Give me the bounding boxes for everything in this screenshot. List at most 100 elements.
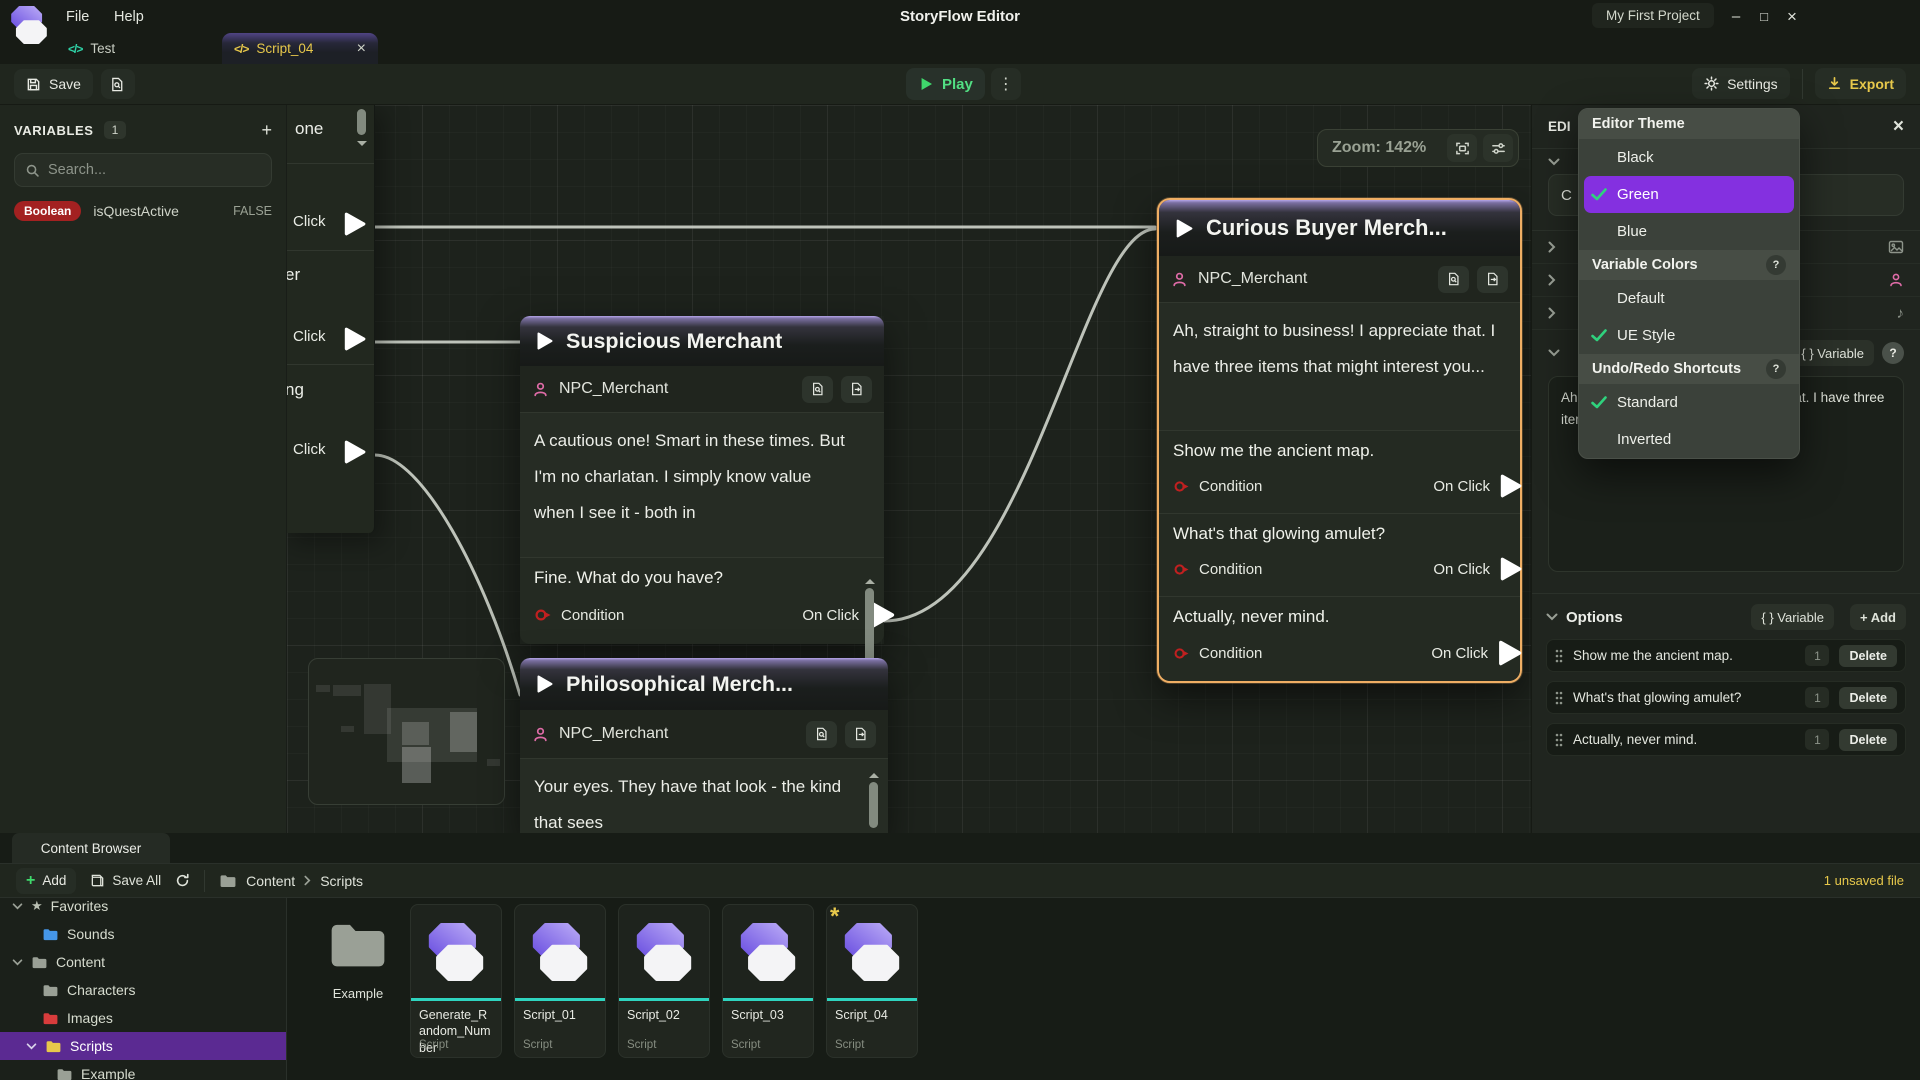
help-icon[interactable]: ?: [1766, 359, 1786, 379]
canvas-settings-button[interactable]: [1483, 134, 1513, 162]
option-label[interactable]: Fine. What do you have?: [520, 557, 884, 590]
scrollbar-thumb[interactable]: [357, 109, 366, 135]
drag-handle-icon[interactable]: [1555, 733, 1563, 747]
option-label[interactable]: Actually, never mind.: [1159, 596, 1520, 629]
menu-item-blue[interactable]: Blue: [1579, 213, 1799, 250]
asset-card[interactable]: Script_02 Script: [618, 904, 710, 1058]
output-port[interactable]: [1495, 639, 1523, 667]
settings-button[interactable]: Settings: [1692, 68, 1790, 99]
node-header[interactable]: Suspicious Merchant: [520, 316, 884, 366]
content-browser-tab[interactable]: Content Browser: [12, 833, 170, 863]
file-search-button[interactable]: [806, 721, 837, 748]
output-port[interactable]: [341, 326, 367, 352]
delete-option-button[interactable]: Delete: [1839, 645, 1897, 667]
add-option-button[interactable]: + Add: [1850, 604, 1906, 630]
tab-close-icon[interactable]: ×: [357, 40, 366, 58]
delete-option-button[interactable]: Delete: [1839, 687, 1897, 709]
condition-label[interactable]: Condition: [1199, 645, 1262, 662]
insert-variable-button[interactable]: { } Variable: [1751, 604, 1834, 630]
drag-handle-icon[interactable]: [1555, 691, 1563, 705]
file-search-button[interactable]: [101, 69, 135, 99]
node-header[interactable]: Curious Buyer Merch...: [1159, 200, 1520, 256]
option-row[interactable]: Show me the ancient map. 1 Delete: [1546, 639, 1906, 672]
node-suspicious-merchant[interactable]: Suspicious Merchant NPC_Merchant A cauti…: [520, 316, 884, 644]
tree-item-sounds[interactable]: Sounds: [0, 920, 286, 948]
option-label[interactable]: What's that glowing amulet?: [1159, 513, 1520, 546]
node-dialogue-text[interactable]: A cautious one! Smart in these times. Bu…: [520, 412, 884, 557]
breadcrumb-current[interactable]: Scripts: [320, 873, 363, 889]
node-curious-buyer-merchant[interactable]: Curious Buyer Merch... NPC_Merchant Ah, …: [1157, 198, 1522, 683]
asset-card-unsaved[interactable]: * Script_04 Script: [826, 904, 918, 1058]
option-row[interactable]: Actually, never mind. 1 Delete: [1546, 723, 1906, 756]
tree-item-content[interactable]: Content: [0, 948, 286, 976]
chevron-down-icon[interactable]: [12, 959, 23, 966]
refresh-button[interactable]: [175, 873, 190, 888]
scrollbar-thumb[interactable]: [865, 588, 874, 666]
close-window-icon[interactable]: ×: [1778, 0, 1806, 33]
node-philosophical-merchant[interactable]: Philosophical Merch... NPC_Merchant Your…: [520, 658, 888, 833]
play-options-button[interactable]: ⋮: [991, 68, 1021, 100]
menu-item-inverted[interactable]: Inverted: [1579, 421, 1799, 458]
breadcrumb-root[interactable]: Content: [246, 873, 295, 889]
fit-view-button[interactable]: [1447, 134, 1477, 162]
output-port[interactable]: [1497, 556, 1523, 582]
tree-item-images[interactable]: Images: [0, 1004, 286, 1032]
drag-handle-icon[interactable]: [1555, 649, 1563, 663]
output-port[interactable]: [1497, 473, 1523, 499]
export-button[interactable]: Export: [1815, 68, 1906, 99]
node-header[interactable]: Philosophical Merch...: [520, 658, 888, 710]
chevron-down-icon[interactable]: [1548, 349, 1560, 357]
help-icon[interactable]: ?: [1766, 255, 1786, 275]
option-row[interactable]: What's that glowing amulet? 1 Delete: [1546, 681, 1906, 714]
condition-label[interactable]: Condition: [561, 607, 624, 624]
node-option[interactable]: Actually, never mind. Condition On Click: [1159, 596, 1520, 681]
node-canvas[interactable]: one Click er Click ng Click Suspicious M…: [287, 105, 1531, 833]
help-icon[interactable]: ?: [1882, 342, 1904, 364]
file-export-button[interactable]: [1477, 266, 1508, 293]
tab-script-04[interactable]: </> Script_04 ×: [222, 33, 378, 64]
asset-card[interactable]: Generate_Random_Number Script: [410, 904, 502, 1058]
insert-variable-button[interactable]: { } Variable: [1791, 340, 1874, 366]
asset-card[interactable]: Script_03 Script: [722, 904, 814, 1058]
minimap[interactable]: [308, 658, 505, 805]
tree-item-characters[interactable]: Characters: [0, 976, 286, 1004]
option-label[interactable]: Show me the ancient map.: [1159, 430, 1520, 463]
add-asset-button[interactable]: + Add: [16, 868, 76, 894]
menu-item-standard[interactable]: Standard: [1579, 384, 1799, 421]
tree-item-favorites[interactable]: ★ Favorites: [0, 898, 286, 920]
menu-item-default[interactable]: Default: [1579, 280, 1799, 317]
minimize-icon[interactable]: –: [1722, 0, 1750, 33]
node-option[interactable]: Show me the ancient map. Condition On Cl…: [1159, 430, 1520, 513]
chevron-down-icon[interactable]: [12, 903, 23, 910]
variable-row[interactable]: Boolean isQuestActive FALSE: [14, 201, 272, 221]
file-export-button[interactable]: [841, 376, 872, 403]
output-port[interactable]: [341, 211, 367, 237]
close-panel-icon[interactable]: ×: [1893, 116, 1904, 138]
node-option[interactable]: What's that glowing amulet? Condition On…: [1159, 513, 1520, 596]
file-export-button[interactable]: [845, 721, 876, 748]
scrollbar-thumb[interactable]: [869, 782, 878, 828]
delete-option-button[interactable]: Delete: [1839, 729, 1897, 751]
scroll-up-icon[interactable]: [869, 768, 879, 778]
asset-folder-example[interactable]: Example: [312, 904, 404, 1001]
node-dialogue-text[interactable]: Ah, straight to business! I appreciate t…: [1159, 302, 1520, 430]
node-dialogue-text[interactable]: Your eyes. They have that look - the kin…: [520, 758, 888, 833]
file-search-button[interactable]: [802, 376, 833, 403]
chevron-down-icon[interactable]: [26, 1043, 37, 1050]
condition-label[interactable]: Condition: [1199, 561, 1262, 578]
menu-item-green-selected[interactable]: Green: [1584, 176, 1794, 213]
save-all-button[interactable]: Save All: [90, 873, 161, 888]
output-port[interactable]: [341, 439, 367, 465]
asset-card[interactable]: Script_01 Script: [514, 904, 606, 1058]
tree-item-example[interactable]: Example: [0, 1060, 286, 1080]
add-variable-icon[interactable]: +: [261, 120, 272, 141]
file-search-button[interactable]: [1438, 266, 1469, 293]
scroll-up-icon[interactable]: [865, 574, 875, 584]
variables-search[interactable]: [14, 153, 272, 187]
scroll-down-icon[interactable]: [357, 141, 367, 151]
search-input[interactable]: [48, 162, 261, 178]
chevron-down-icon[interactable]: [1546, 613, 1558, 621]
condition-label[interactable]: Condition: [1199, 478, 1262, 495]
save-button[interactable]: Save: [14, 69, 93, 99]
tab-test[interactable]: </> Test: [68, 33, 115, 64]
